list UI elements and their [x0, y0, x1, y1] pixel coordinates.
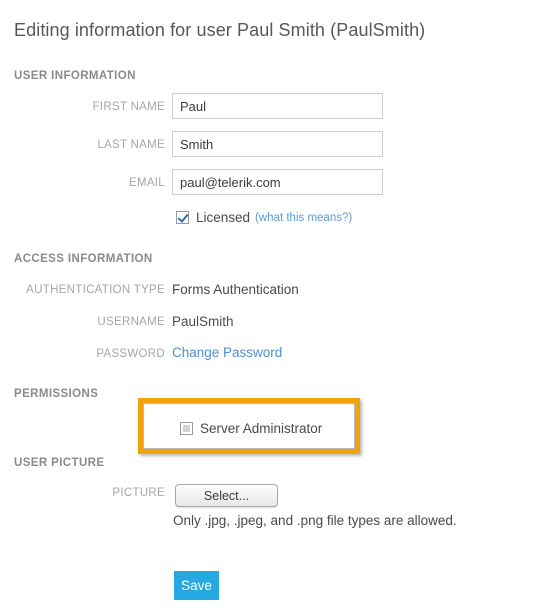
save-button[interactable]: Save — [174, 571, 219, 600]
password-label: PASSWORD — [96, 348, 165, 360]
server-administrator-checkbox-row[interactable]: Server Administrator — [180, 421, 322, 436]
licensed-checkbox-row[interactable]: Licensed (what this means?) — [176, 210, 352, 225]
section-heading-user-information: USER INFORMATION — [14, 70, 136, 82]
licensed-checkbox[interactable] — [176, 211, 189, 224]
permissions-panel: Server Administrator — [143, 403, 355, 449]
permissions-highlight-box: Server Administrator — [138, 398, 360, 454]
server-administrator-label: Server Administrator — [200, 421, 323, 436]
edit-user-page: Editing information for user Paul Smith … — [0, 0, 538, 610]
username-label: USERNAME — [97, 316, 165, 328]
server-administrator-checkbox[interactable] — [180, 422, 193, 435]
section-heading-access-information: ACCESS INFORMATION — [14, 253, 153, 265]
authentication-type-value: Forms Authentication — [172, 282, 299, 297]
email-label: EMAIL — [128, 177, 165, 189]
select-picture-button[interactable]: Select... — [175, 484, 278, 507]
change-password-link[interactable]: Change Password — [172, 345, 282, 360]
picture-label: PICTURE — [112, 487, 165, 499]
first-name-label: FIRST NAME — [92, 101, 165, 113]
last-name-label: LAST NAME — [97, 139, 165, 151]
picture-help-text: Only .jpg, .jpeg, and .png file types ar… — [173, 513, 457, 528]
page-title: Editing information for user Paul Smith … — [14, 20, 426, 40]
first-name-input[interactable] — [172, 93, 383, 119]
what-this-means-link[interactable]: (what this means?) — [255, 212, 352, 224]
email-input[interactable] — [172, 169, 383, 195]
section-heading-user-picture: USER PICTURE — [14, 457, 105, 469]
licensed-label: Licensed — [196, 210, 251, 225]
authentication-type-label: AUTHENTICATION TYPE — [26, 284, 165, 296]
last-name-input[interactable] — [172, 131, 383, 157]
username-value: PaulSmith — [172, 314, 234, 329]
section-heading-permissions: PERMISSIONS — [14, 388, 99, 400]
